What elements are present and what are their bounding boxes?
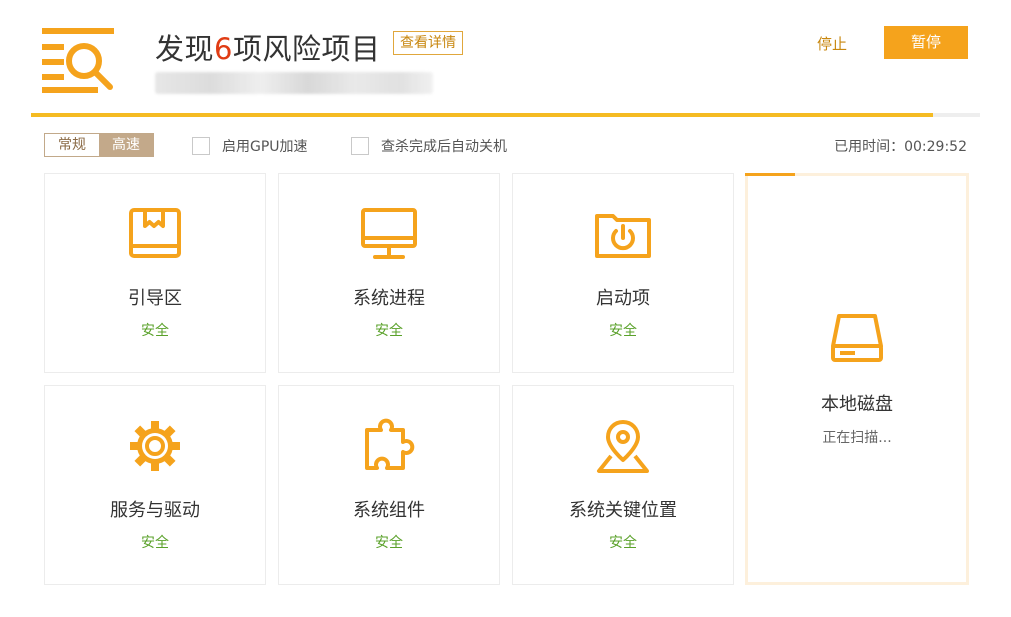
map-pin-icon: [597, 420, 649, 473]
stop-button[interactable]: 停止: [817, 33, 847, 54]
hard-disk-icon: [831, 314, 883, 362]
elapsed-value: 00:29:52: [904, 139, 967, 155]
gpu-checkbox[interactable]: [192, 137, 210, 155]
gpu-label: 启用GPU加速: [222, 139, 308, 155]
mode-normal[interactable]: 常规: [45, 134, 99, 156]
power-folder-icon: [595, 214, 651, 258]
gpu-acceleration-option[interactable]: 启用GPU加速: [192, 136, 308, 156]
card-name: 服务与驱动: [110, 500, 200, 521]
card-status: 安全: [375, 323, 403, 339]
risk-count: 6: [214, 32, 233, 66]
scan-item-card: 系统组件 安全: [278, 385, 500, 585]
card-name: 本地磁盘: [821, 394, 893, 415]
elapsed-time: 已用时间：00:29:52: [834, 136, 967, 156]
mode-fast[interactable]: 高速: [99, 134, 153, 156]
card-status: 正在扫描...: [822, 430, 892, 446]
card-status: 安全: [141, 535, 169, 551]
shutdown-label: 查杀完成后自动关机: [381, 139, 507, 155]
scan-item-card: 系统进程 安全: [278, 173, 500, 373]
scan-mode-toggle: 常规 高速: [44, 133, 154, 157]
scan-progress-bar: [31, 113, 980, 117]
monitor-icon: [361, 208, 417, 259]
scan-item-card: 服务与驱动 安全: [44, 385, 266, 585]
scan-item-card: 系统关键位置 安全: [512, 385, 734, 585]
auto-shutdown-option[interactable]: 查杀完成后自动关机: [351, 136, 507, 156]
view-details-button[interactable]: 查看详情: [393, 31, 463, 55]
scan-activity-bar: [745, 173, 795, 176]
card-name: 系统组件: [353, 500, 425, 521]
card-name: 启动项: [596, 288, 650, 309]
scan-item-card: 启动项 安全: [512, 173, 734, 373]
scan-path-blurred: [155, 72, 433, 94]
card-status: 安全: [141, 323, 169, 339]
shutdown-checkbox[interactable]: [351, 137, 369, 155]
elapsed-label: 已用时间：: [834, 139, 905, 155]
title-suffix: 项风险项目: [232, 32, 381, 66]
scan-item-card-active: 本地磁盘 正在扫描...: [745, 173, 969, 585]
page-title: 发现6项风险项目: [155, 26, 380, 68]
card-status: 安全: [609, 535, 637, 551]
scan-progress-fill: [31, 113, 933, 117]
puzzle-icon: [365, 418, 415, 470]
card-name: 引导区: [128, 288, 182, 309]
gear-icon: [130, 421, 180, 471]
pause-button[interactable]: 暂停: [884, 26, 968, 59]
bootloader-icon: [129, 208, 181, 258]
card-name: 系统关键位置: [569, 500, 677, 521]
card-status: 安全: [375, 535, 403, 551]
scan-list-icon: [42, 28, 114, 93]
card-status: 安全: [609, 323, 637, 339]
card-name: 系统进程: [353, 288, 425, 309]
scan-item-card: 引导区 安全: [44, 173, 266, 373]
title-prefix: 发现: [155, 32, 215, 66]
